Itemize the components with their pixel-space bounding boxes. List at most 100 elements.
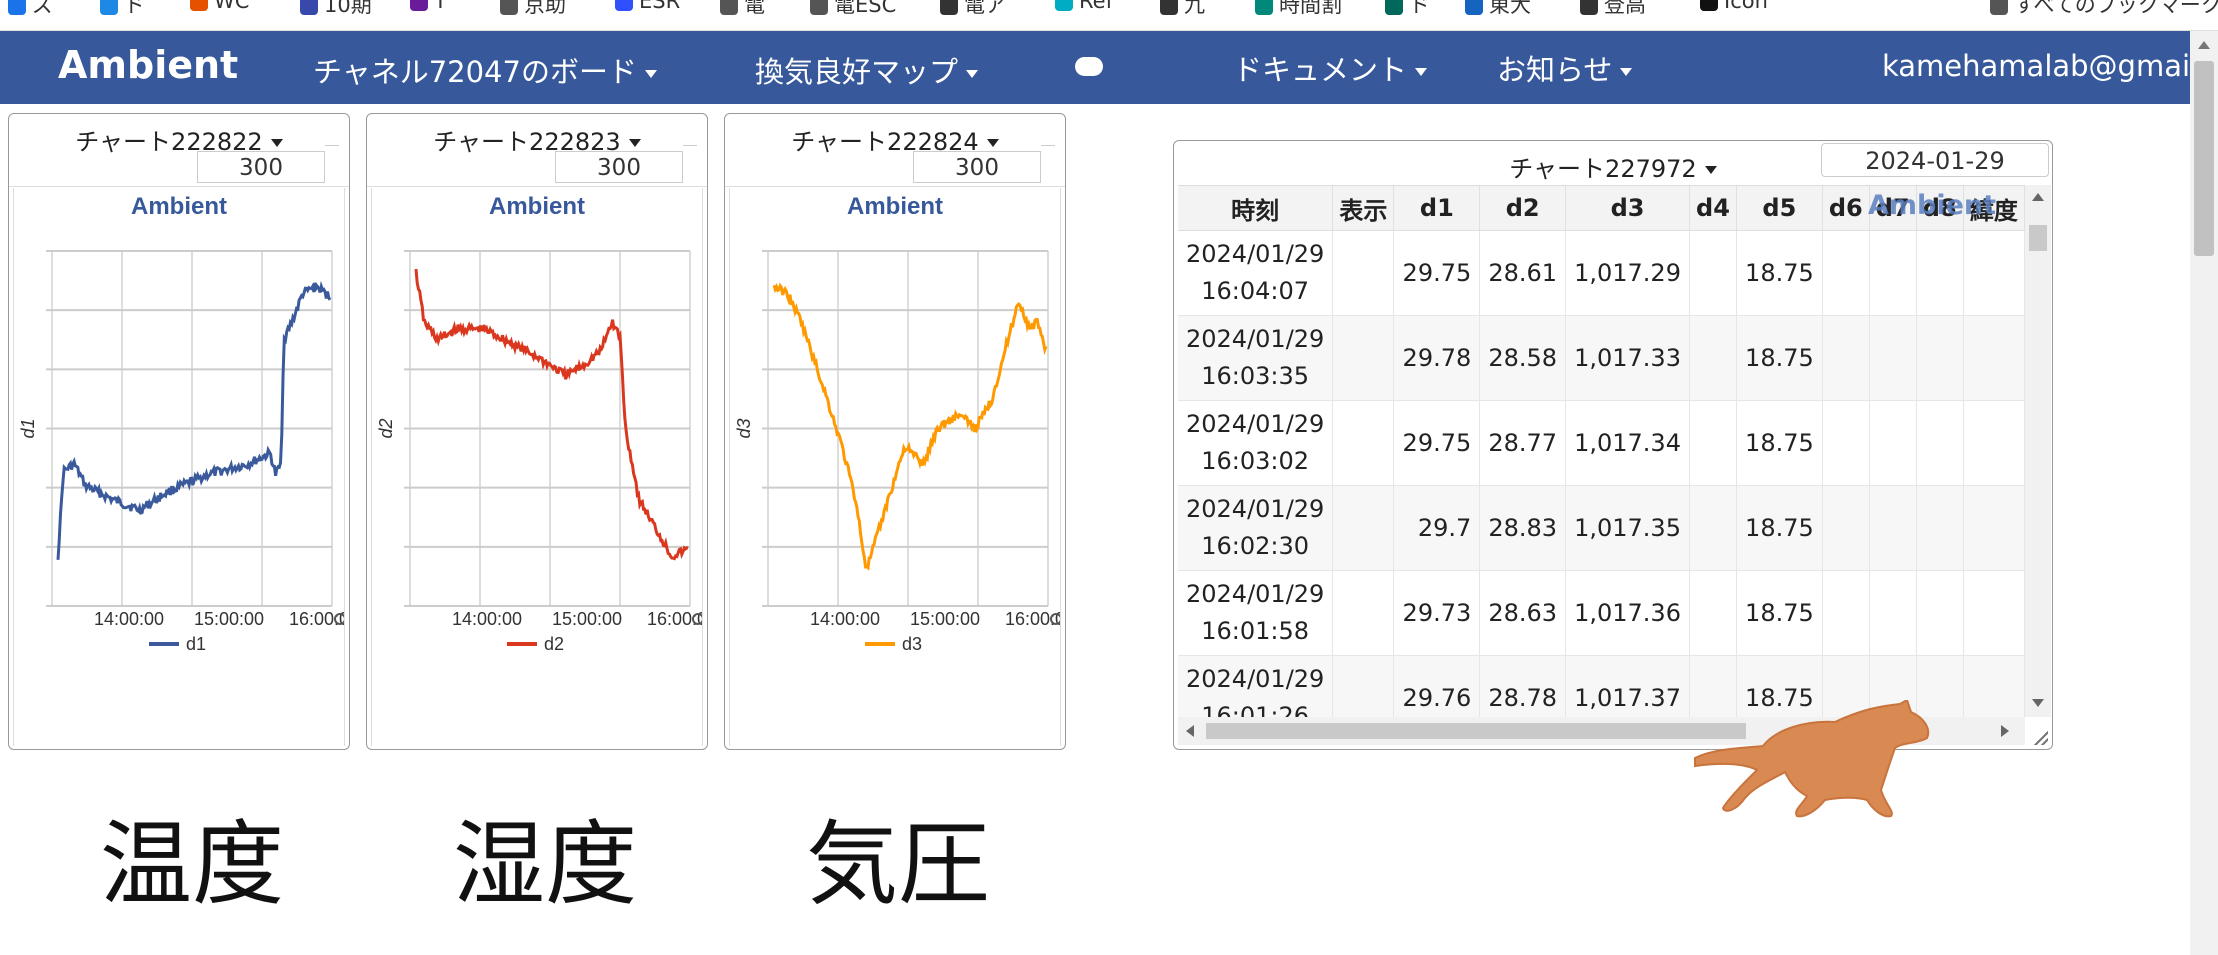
bookmark-item[interactable]: ズ bbox=[8, 0, 53, 19]
table-cell: 1,017.35 bbox=[1565, 485, 1690, 571]
table-cell: 29.75 bbox=[1393, 230, 1481, 316]
series-line-d1 bbox=[56, 280, 332, 560]
bookmark-item[interactable]: Icon bbox=[1700, 0, 1768, 13]
top-navbar: Ambient チャネル72047のボード 換気良好マップ ドキュメント お知ら… bbox=[0, 31, 2218, 104]
bookmark-item[interactable]: 電ア bbox=[940, 0, 1006, 19]
table-vertical-scrollbar[interactable] bbox=[2025, 185, 2051, 717]
column-header[interactable]: d6 bbox=[1822, 186, 1870, 231]
board-menu[interactable]: チャネル72047のボード bbox=[313, 49, 657, 91]
bookmark-item[interactable]: 京助 bbox=[500, 0, 566, 19]
chart-area: Ambientd114:00:0015:00:0016:00:00d1 bbox=[13, 188, 345, 746]
bookmark-item[interactable]: 時間割 bbox=[1255, 0, 1342, 19]
series-line-d2 bbox=[414, 268, 689, 561]
news-menu[interactable]: お知らせ bbox=[1497, 47, 1633, 89]
bookmark-item[interactable]: 10期 bbox=[300, 0, 372, 19]
docs-menu-label: ドキュメント bbox=[1233, 53, 1408, 87]
bookmark-item[interactable]: ド bbox=[100, 0, 145, 19]
bookmark-item[interactable]: 電ESC bbox=[810, 0, 896, 19]
bookmark-item[interactable]: 電 bbox=[720, 0, 765, 19]
table-cell bbox=[1822, 315, 1870, 401]
scroll-up-icon[interactable] bbox=[2032, 193, 2044, 201]
legend-label: d2 bbox=[544, 634, 564, 654]
bookmark-label: Ref bbox=[1079, 0, 1113, 13]
table-cell: 1,017.29 bbox=[1565, 230, 1690, 316]
chart-title: Ambient bbox=[847, 193, 943, 220]
y-axis-label: d1 bbox=[18, 418, 38, 438]
table-cell: 2024/01/29 16:01:58 bbox=[1178, 570, 1334, 656]
table-cell bbox=[1963, 315, 2025, 401]
range-input[interactable]: 300 bbox=[555, 151, 683, 183]
brand-logo[interactable]: Ambient bbox=[58, 43, 238, 87]
date-input[interactable]: 2024-01-29 bbox=[1821, 143, 2049, 177]
ventilation-map-menu[interactable]: 換気良好マップ bbox=[755, 49, 979, 91]
scrollbar-thumb[interactable] bbox=[2194, 61, 2214, 256]
bookmark-item[interactable]: WC bbox=[190, 0, 249, 13]
scrollbar-thumb[interactable] bbox=[1206, 723, 1746, 739]
documents-menu[interactable]: ドキュメント bbox=[1233, 47, 1428, 89]
minimize-icon[interactable] bbox=[1041, 145, 1055, 146]
column-header[interactable]: d1 bbox=[1393, 186, 1481, 231]
bookmark-item[interactable]: 東大 bbox=[1465, 0, 1531, 19]
bookmark-favicon-icon bbox=[940, 0, 958, 15]
table-cell bbox=[1332, 400, 1395, 486]
chart-area: Ambientd214:00:0015:00:0016:00:00d2 bbox=[371, 188, 703, 746]
column-header[interactable]: d5 bbox=[1736, 186, 1823, 231]
bookmark-item[interactable]: すべてのブックマーク bbox=[1990, 0, 2218, 19]
table-cell: 18.75 bbox=[1736, 485, 1823, 571]
humidity-label: 湿度 bbox=[453, 811, 638, 918]
pressure-label: 気圧 bbox=[806, 811, 991, 918]
scroll-left-icon[interactable] bbox=[1186, 725, 1194, 737]
bookmark-favicon-icon bbox=[1990, 0, 2008, 15]
table-cell: 29.78 bbox=[1393, 315, 1481, 401]
range-input[interactable]: 300 bbox=[197, 151, 325, 183]
table-cell bbox=[1822, 230, 1870, 316]
bookmark-label: T bbox=[434, 0, 447, 13]
scroll-down-icon[interactable] bbox=[2032, 699, 2044, 707]
table-cell bbox=[1822, 400, 1870, 486]
minimize-icon[interactable] bbox=[683, 145, 697, 146]
chevron-down-icon bbox=[1620, 68, 1633, 76]
user-account-menu[interactable]: kamehamalab@gmail.c bbox=[1882, 49, 2218, 83]
range-row: 300 bbox=[725, 148, 1065, 187]
column-header[interactable]: d4 bbox=[1689, 186, 1737, 231]
table-row: 2024/01/29 16:04:07 29.75 28.61 1,017.29 18.7… bbox=[1178, 230, 2025, 316]
bookmark-item[interactable]: Ref bbox=[1055, 0, 1113, 13]
column-header[interactable]: 時刻 bbox=[1178, 186, 1334, 231]
bookmark-item[interactable]: 九 bbox=[1160, 0, 1205, 19]
column-header[interactable]: 緯度 bbox=[1963, 186, 2025, 231]
scroll-up-icon[interactable] bbox=[2198, 41, 2210, 49]
chevron-down-icon bbox=[986, 139, 999, 147]
column-header[interactable]: d8 bbox=[1916, 186, 1964, 231]
chevron-down-icon bbox=[644, 70, 657, 78]
column-header[interactable]: d7 bbox=[1869, 186, 1917, 231]
line-chart: Ambientd314:00:0015:00:0016:00:00d3 bbox=[734, 193, 1060, 654]
column-header[interactable]: d3 bbox=[1565, 186, 1690, 231]
toggle-icon[interactable] bbox=[1075, 57, 1103, 76]
chevron-down-icon bbox=[270, 139, 283, 147]
bookmark-item[interactable]: T bbox=[410, 0, 447, 13]
minimize-icon[interactable] bbox=[325, 145, 339, 146]
bookmark-item[interactable]: ESR bbox=[615, 0, 680, 13]
bookmark-item[interactable]: ド bbox=[1385, 0, 1430, 19]
bookmark-favicon-icon bbox=[500, 0, 518, 15]
map-menu-label: 換気良好マップ bbox=[755, 55, 959, 89]
scrollbar-thumb[interactable] bbox=[2029, 225, 2047, 251]
resize-grip-icon[interactable] bbox=[2034, 731, 2048, 745]
bookmark-favicon-icon bbox=[8, 0, 26, 15]
page-scrollbar[interactable] bbox=[2190, 31, 2218, 955]
table-cell: 2024/01/29 16:03:35 bbox=[1178, 315, 1334, 401]
column-header[interactable]: d2 bbox=[1479, 186, 1567, 231]
table-cell bbox=[1869, 570, 1917, 656]
range-input[interactable]: 300 bbox=[913, 151, 1041, 183]
table-cell bbox=[1332, 655, 1395, 718]
legend-label: d3 bbox=[902, 634, 922, 654]
table-cell: 1,017.33 bbox=[1565, 315, 1690, 401]
column-header[interactable]: 表示 bbox=[1332, 186, 1395, 231]
table-cell: 28.83 bbox=[1479, 485, 1567, 571]
series-line-d3 bbox=[772, 282, 1048, 571]
bookmark-item[interactable]: 登高 bbox=[1580, 0, 1646, 19]
table-cell bbox=[1869, 485, 1917, 571]
scroll-right-icon[interactable] bbox=[2001, 725, 2009, 737]
chart-panel-d2: チャート222823 300 Ambient d2 14:00:00 15:00:00… bbox=[366, 113, 708, 750]
table-cell: 18.75 bbox=[1736, 570, 1823, 656]
